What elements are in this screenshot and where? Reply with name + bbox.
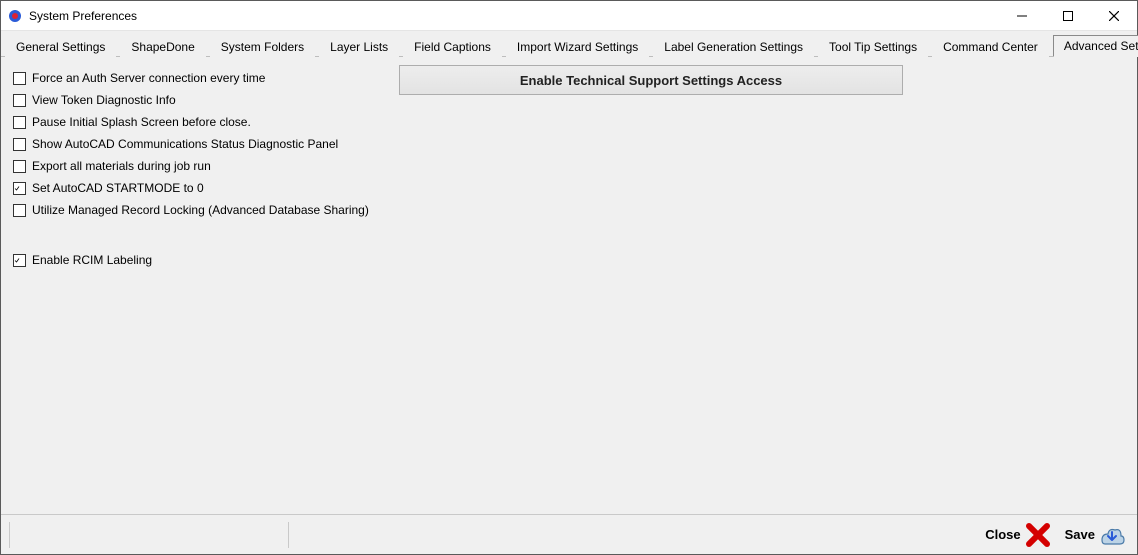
option-view-token-diagnostic[interactable]: View Token Diagnostic Info [13, 93, 1125, 107]
tab-content-advanced: Enable Technical Support Settings Access… [1, 57, 1137, 514]
option-set-autocad-startmode[interactable]: Set AutoCAD STARTMODE to 0 [13, 181, 1125, 195]
option-label: Show AutoCAD Communications Status Diagn… [32, 137, 338, 151]
footer-bar: Close Save [1, 514, 1137, 554]
tab-field-captions[interactable]: Field Captions [403, 36, 502, 57]
save-icon [1099, 522, 1125, 548]
button-label: Close [985, 527, 1020, 542]
tab-system-folders[interactable]: System Folders [210, 36, 315, 57]
maximize-button[interactable] [1045, 1, 1091, 30]
footer-separator [9, 522, 10, 548]
button-label: Enable Technical Support Settings Access [520, 73, 782, 88]
option-label: Force an Auth Server connection every ti… [32, 71, 265, 85]
tab-label: Import Wizard Settings [517, 40, 638, 54]
window-title: System Preferences [29, 9, 137, 23]
option-label: View Token Diagnostic Info [32, 93, 176, 107]
checkbox-icon[interactable] [13, 254, 26, 267]
footer-separator [288, 522, 289, 548]
option-enable-rcim-labeling[interactable]: Enable RCIM Labeling [13, 253, 1125, 267]
titlebar: System Preferences [1, 1, 1137, 31]
tab-label: Label Generation Settings [664, 40, 803, 54]
tab-import-wizard-settings[interactable]: Import Wizard Settings [506, 36, 649, 57]
tab-tool-tip-settings[interactable]: Tool Tip Settings [818, 36, 928, 57]
enable-tech-support-button[interactable]: Enable Technical Support Settings Access [399, 65, 903, 95]
tab-label: General Settings [16, 40, 105, 54]
tab-label: Layer Lists [330, 40, 388, 54]
tab-label: System Folders [221, 40, 304, 54]
window-controls [999, 1, 1137, 30]
checkbox-icon[interactable] [13, 116, 26, 129]
minimize-button[interactable] [999, 1, 1045, 30]
option-export-all-materials[interactable]: Export all materials during job run [13, 159, 1125, 173]
close-window-button[interactable] [1091, 1, 1137, 30]
tab-label: ShapeDone [131, 40, 194, 54]
option-show-autocad-comm-panel[interactable]: Show AutoCAD Communications Status Diagn… [13, 137, 1125, 151]
tabstrip: General Settings ShapeDone System Folder… [1, 31, 1137, 57]
tab-layer-lists[interactable]: Layer Lists [319, 36, 399, 57]
tab-label: Tool Tip Settings [829, 40, 917, 54]
tab-label: Advanced Settings [1064, 39, 1138, 53]
tab-shapedone[interactable]: ShapeDone [120, 36, 205, 57]
save-button[interactable]: Save [1061, 520, 1129, 550]
option-label: Enable RCIM Labeling [32, 253, 152, 267]
checkbox-icon[interactable] [13, 182, 26, 195]
option-label: Utilize Managed Record Locking (Advanced… [32, 203, 369, 217]
checkbox-icon[interactable] [13, 94, 26, 107]
option-label: Export all materials during job run [32, 159, 211, 173]
tab-command-center[interactable]: Command Center [932, 36, 1049, 57]
window-root: System Preferences General Settings Shap… [0, 0, 1138, 555]
app-icon [7, 8, 23, 24]
advanced-options-list: Force an Auth Server connection every ti… [13, 71, 1125, 267]
option-managed-record-locking[interactable]: Utilize Managed Record Locking (Advanced… [13, 203, 1125, 217]
checkbox-icon[interactable] [13, 138, 26, 151]
close-icon [1025, 522, 1051, 548]
checkbox-icon[interactable] [13, 204, 26, 217]
tab-advanced-settings[interactable]: Advanced Settings [1053, 35, 1138, 57]
checkbox-icon[interactable] [13, 72, 26, 85]
tab-label-generation-settings[interactable]: Label Generation Settings [653, 36, 814, 57]
footer-left [5, 515, 297, 554]
tab-label: Field Captions [414, 40, 491, 54]
option-label: Pause Initial Splash Screen before close… [32, 115, 251, 129]
option-pause-splash[interactable]: Pause Initial Splash Screen before close… [13, 115, 1125, 129]
tab-label: Command Center [943, 40, 1038, 54]
option-label: Set AutoCAD STARTMODE to 0 [32, 181, 204, 195]
tab-general-settings[interactable]: General Settings [5, 36, 116, 57]
button-label: Save [1065, 527, 1095, 542]
close-button[interactable]: Close [981, 520, 1054, 550]
checkbox-icon[interactable] [13, 160, 26, 173]
